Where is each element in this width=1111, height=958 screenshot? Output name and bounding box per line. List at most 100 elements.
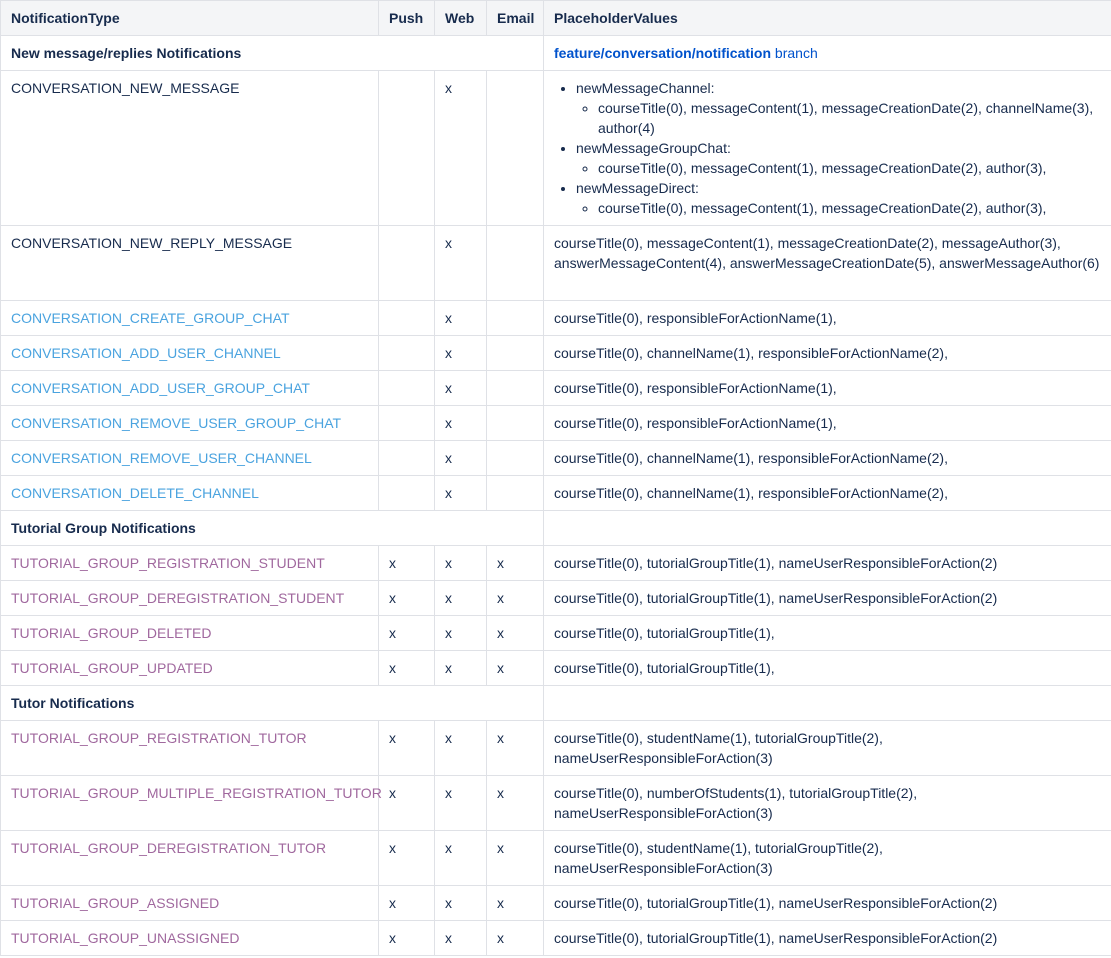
section-row-tutorial-group: Tutorial Group Notifications — [0, 510, 1111, 546]
placeholder-values: courseTitle(0), numberOfStudents(1), tut… — [543, 775, 1111, 831]
list-item: courseTitle(0), messageContent(1), messa… — [598, 98, 1101, 138]
section-row-tutor: Tutor Notifications — [0, 685, 1111, 721]
email-cell — [486, 225, 544, 301]
email-cell: x — [486, 920, 544, 956]
notification-type-link[interactable]: CONVERSATION_REMOVE_USER_GROUP_CHAT — [0, 405, 379, 441]
push-cell: x — [378, 615, 435, 651]
push-cell: x — [378, 885, 435, 921]
list-item: newMessageChannel: courseTitle(0), messa… — [576, 78, 1101, 138]
email-cell — [486, 335, 544, 371]
placeholder-values: courseTitle(0), studentName(1), tutorial… — [543, 830, 1111, 886]
table-row: CONVERSATION_REMOVE_USER_GROUP_CHAT x co… — [0, 405, 1111, 441]
notification-type-link[interactable]: TUTORIAL_GROUP_REGISTRATION_STUDENT — [0, 545, 379, 581]
placeholder-values: courseTitle(0), tutorialGroupTitle(1), n… — [543, 885, 1111, 921]
table-row: TUTORIAL_GROUP_DELETED x x x courseTitle… — [0, 615, 1111, 651]
table-row: CONVERSATION_NEW_MESSAGE x newMessageCha… — [0, 70, 1111, 226]
push-cell: x — [378, 720, 435, 776]
push-cell: x — [378, 775, 435, 831]
web-cell: x — [434, 370, 487, 406]
web-cell: x — [434, 70, 487, 226]
email-cell: x — [486, 885, 544, 921]
notification-type-link[interactable]: TUTORIAL_GROUP_DEREGISTRATION_STUDENT — [0, 580, 379, 616]
email-cell — [486, 475, 544, 511]
placeholder-values: courseTitle(0), responsibleForActionName… — [543, 300, 1111, 336]
email-cell — [486, 300, 544, 336]
web-cell: x — [434, 335, 487, 371]
header-placeholder-values: PlaceholderValues — [543, 0, 1111, 36]
notification-type-link[interactable]: TUTORIAL_GROUP_REGISTRATION_TUTOR — [0, 720, 379, 776]
notification-type: CONVERSATION_NEW_REPLY_MESSAGE — [0, 225, 379, 301]
placeholder-values: courseTitle(0), tutorialGroupTitle(1), — [543, 615, 1111, 651]
push-cell: x — [378, 920, 435, 956]
placeholder-values: courseTitle(0), tutorialGroupTitle(1), n… — [543, 545, 1111, 581]
notification-type-link[interactable]: CONVERSATION_ADD_USER_GROUP_CHAT — [0, 370, 379, 406]
push-cell — [378, 300, 435, 336]
branch-suffix: branch — [771, 45, 818, 61]
empty-cell — [543, 510, 1111, 546]
placeholder-values: courseTitle(0), responsibleForActionName… — [543, 405, 1111, 441]
notification-type-link[interactable]: CONVERSATION_ADD_USER_CHANNEL — [0, 335, 379, 371]
push-cell: x — [378, 650, 435, 686]
web-cell: x — [434, 775, 487, 831]
notification-type-link[interactable]: CONVERSATION_CREATE_GROUP_CHAT — [0, 300, 379, 336]
notification-type: CONVERSATION_NEW_MESSAGE — [0, 70, 379, 226]
web-cell: x — [434, 405, 487, 441]
section-title: New message/replies Notifications — [0, 35, 544, 71]
email-cell: x — [486, 720, 544, 776]
placeholder-values: courseTitle(0), tutorialGroupTitle(1), n… — [543, 580, 1111, 616]
push-cell — [378, 225, 435, 301]
email-cell: x — [486, 545, 544, 581]
table-row: CONVERSATION_DELETE_CHANNEL x courseTitl… — [0, 475, 1111, 511]
notification-table: NotificationType Push Web Email Placehol… — [0, 0, 1111, 956]
push-cell — [378, 405, 435, 441]
email-cell — [486, 70, 544, 226]
placeholder-values: courseTitle(0), channelName(1), responsi… — [543, 440, 1111, 476]
header-email: Email — [486, 0, 544, 36]
notification-type-link[interactable]: TUTORIAL_GROUP_DELETED — [0, 615, 379, 651]
notification-type-link[interactable]: TUTORIAL_GROUP_UNASSIGNED — [0, 920, 379, 956]
table-row: TUTORIAL_GROUP_DEREGISTRATION_TUTOR x x … — [0, 830, 1111, 886]
notification-type-link[interactable]: CONVERSATION_REMOVE_USER_CHANNEL — [0, 440, 379, 476]
placeholder-values: courseTitle(0), responsibleForActionName… — [543, 370, 1111, 406]
notification-type-link[interactable]: CONVERSATION_DELETE_CHANNEL — [0, 475, 379, 511]
web-cell: x — [434, 440, 487, 476]
push-cell: x — [378, 545, 435, 581]
header-push: Push — [378, 0, 435, 36]
email-cell: x — [486, 650, 544, 686]
list-item: courseTitle(0), messageContent(1), messa… — [598, 158, 1101, 178]
table-row: TUTORIAL_GROUP_REGISTRATION_STUDENT x x … — [0, 545, 1111, 581]
web-cell: x — [434, 885, 487, 921]
notification-type-link[interactable]: TUTORIAL_GROUP_MULTIPLE_REGISTRATION_TUT… — [0, 775, 382, 831]
web-cell: x — [434, 720, 487, 776]
branch-cell: feature/conversation/notification branch — [543, 35, 1111, 71]
placeholder-values: newMessageChannel: courseTitle(0), messa… — [543, 70, 1111, 226]
placeholder-list: newMessageChannel: courseTitle(0), messa… — [554, 78, 1101, 218]
table-row: CONVERSATION_REMOVE_USER_CHANNEL x cours… — [0, 440, 1111, 476]
placeholder-values: courseTitle(0), messageContent(1), messa… — [543, 225, 1111, 301]
push-cell: x — [378, 830, 435, 886]
email-cell: x — [486, 775, 544, 831]
web-cell: x — [434, 580, 487, 616]
web-cell: x — [434, 300, 487, 336]
table-row: TUTORIAL_GROUP_DEREGISTRATION_STUDENT x … — [0, 580, 1111, 616]
push-cell: x — [378, 580, 435, 616]
table-header-row: NotificationType Push Web Email Placehol… — [0, 0, 1111, 36]
email-cell — [486, 440, 544, 476]
table-row: CONVERSATION_NEW_REPLY_MESSAGE x courseT… — [0, 225, 1111, 301]
web-cell: x — [434, 475, 487, 511]
list-item: newMessageGroupChat: courseTitle(0), mes… — [576, 138, 1101, 178]
push-cell — [378, 370, 435, 406]
section-title: Tutor Notifications — [0, 685, 544, 721]
list-item: courseTitle(0), messageContent(1), messa… — [598, 198, 1101, 218]
notification-type-link[interactable]: TUTORIAL_GROUP_UPDATED — [0, 650, 379, 686]
notification-type-link[interactable]: TUTORIAL_GROUP_DEREGISTRATION_TUTOR — [0, 830, 379, 886]
placeholder-values: courseTitle(0), channelName(1), responsi… — [543, 335, 1111, 371]
push-cell — [378, 440, 435, 476]
branch-link[interactable]: feature/conversation/notification — [554, 45, 771, 61]
web-cell: x — [434, 615, 487, 651]
header-notification-type: NotificationType — [0, 0, 379, 36]
notification-type-link[interactable]: TUTORIAL_GROUP_ASSIGNED — [0, 885, 379, 921]
push-cell — [378, 335, 435, 371]
table-row: TUTORIAL_GROUP_ASSIGNED x x x courseTitl… — [0, 885, 1111, 921]
section-title: Tutorial Group Notifications — [0, 510, 544, 546]
